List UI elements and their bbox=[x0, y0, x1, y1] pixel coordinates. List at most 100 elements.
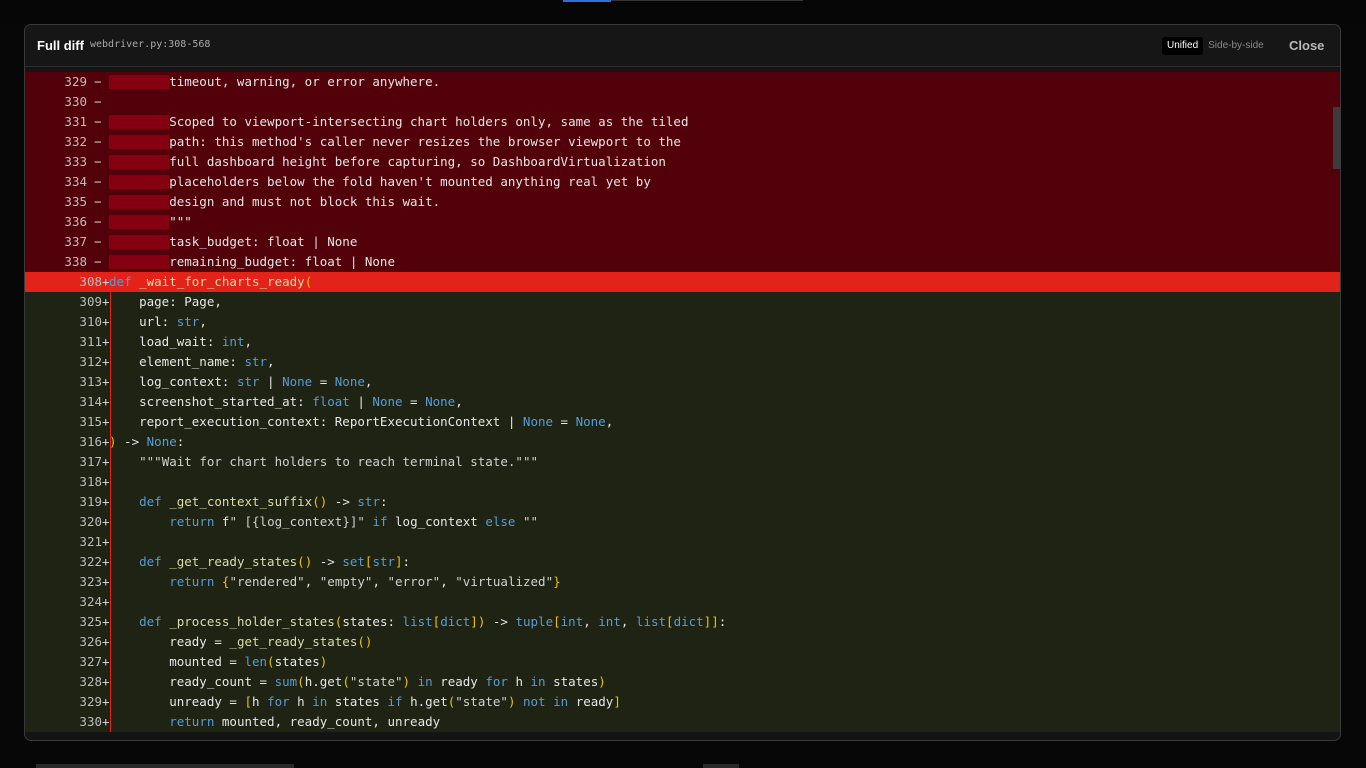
added-line: 316 +) -> None: bbox=[25, 432, 1340, 452]
added-line: 319 + def _get_context_suffix() -> str: bbox=[25, 492, 1340, 512]
code-text: report_execution_context: ReportExecutio… bbox=[109, 414, 614, 429]
code-text: def _wait_for_charts_ready( bbox=[109, 274, 313, 289]
modal-title: Full diff bbox=[37, 38, 84, 53]
line-number: 333 bbox=[64, 154, 87, 169]
added-line: 308 + def _wait_for_charts_ready( bbox=[25, 272, 1340, 292]
line-number: 317 bbox=[79, 454, 102, 469]
line-number: 327 bbox=[79, 654, 102, 669]
line-number: 320 bbox=[79, 514, 102, 529]
code-text: design and must not block this wait. bbox=[109, 194, 441, 209]
line-number: 337 bbox=[64, 234, 87, 249]
line-number: 326 bbox=[79, 634, 102, 649]
added-line: 309 + page: Page, bbox=[25, 292, 1340, 312]
added-line: 320 + return f" [{log_context}]" if log_c… bbox=[25, 512, 1340, 532]
removed-marker: − bbox=[94, 114, 102, 129]
diff-content[interactable]: 329− timeout, warning, or error anywhere… bbox=[25, 67, 1340, 740]
background-tab-indicator bbox=[563, 0, 611, 2]
line-number: 318 bbox=[79, 474, 102, 489]
code-text: url: str, bbox=[109, 314, 207, 329]
line-number: 310 bbox=[79, 314, 102, 329]
gutter-change-bar bbox=[110, 292, 111, 732]
code-text: placeholders below the fold haven't moun… bbox=[109, 174, 651, 189]
added-line: 329 + unready = [h for h in states if h.g… bbox=[25, 692, 1340, 712]
removed-marker: − bbox=[94, 154, 102, 169]
line-number: 312 bbox=[79, 354, 102, 369]
added-line: 318 + bbox=[25, 472, 1340, 492]
line-number: 329 bbox=[79, 694, 102, 709]
added-line: 323 + return {"rendered", "empty", "error… bbox=[25, 572, 1340, 592]
scrollbar-thumb[interactable] bbox=[1333, 107, 1340, 169]
code-text: """Wait for chart holders to reach termi… bbox=[139, 454, 538, 469]
code-text: page: Page, bbox=[109, 294, 222, 309]
added-line: 310 + url: str, bbox=[25, 312, 1340, 332]
removed-line: 333− full dashboard height before captur… bbox=[25, 152, 1340, 172]
line-number: 334 bbox=[64, 174, 87, 189]
added-line: 328 + ready_count = sum(h.get("state") in… bbox=[25, 672, 1340, 692]
removed-marker: − bbox=[94, 174, 102, 189]
side-by-side-view-button[interactable]: Side-by-side bbox=[1203, 37, 1269, 55]
removed-marker: − bbox=[94, 134, 102, 149]
modal-header: Full diff webdriver.py:308-568 Unified S… bbox=[25, 25, 1340, 67]
added-line: 322 + def _get_ready_states() -> set[str]… bbox=[25, 552, 1340, 572]
close-button[interactable]: Close bbox=[1289, 38, 1324, 53]
line-number: 331 bbox=[64, 114, 87, 129]
code-text: load_wait: int, bbox=[109, 334, 252, 349]
line-number: 335 bbox=[64, 194, 87, 209]
removed-marker: − bbox=[94, 214, 102, 229]
code-text: element_name: str, bbox=[109, 354, 275, 369]
line-number: 338 bbox=[64, 254, 87, 269]
removed-marker: − bbox=[94, 234, 102, 249]
removed-line: 338− remaining_budget: float | None bbox=[25, 252, 1340, 272]
background-bar bbox=[36, 764, 294, 768]
line-number: 311 bbox=[79, 334, 102, 349]
code-text: def _get_ready_states() -> set[str]: bbox=[139, 554, 411, 569]
unified-view-button[interactable]: Unified bbox=[1162, 37, 1204, 55]
removed-marker: − bbox=[94, 194, 102, 209]
code-text: Scoped to viewport-intersecting chart ho… bbox=[109, 114, 689, 129]
code-text: return {"rendered", "empty", "error", "v… bbox=[169, 574, 561, 589]
removed-line: 334− placeholders below the fold haven't… bbox=[25, 172, 1340, 192]
added-line: 313 + log_context: str | None = None, bbox=[25, 372, 1340, 392]
line-number: 328 bbox=[79, 674, 102, 689]
removed-line: 332− path: this method's caller never re… bbox=[25, 132, 1340, 152]
added-line: 321 + bbox=[25, 532, 1340, 552]
line-number: 322 bbox=[79, 554, 102, 569]
code-text: log_context: str | None = None, bbox=[109, 374, 373, 389]
removed-line: 337− task_budget: float | None bbox=[25, 232, 1340, 252]
line-number: 329 bbox=[64, 74, 87, 89]
added-line: 315 + report_execution_context: ReportExe… bbox=[25, 412, 1340, 432]
removed-line: 331− Scoped to viewport-intersecting cha… bbox=[25, 112, 1340, 132]
code-text: full dashboard height before capturing, … bbox=[109, 154, 666, 169]
line-number: 308 bbox=[79, 274, 102, 289]
removed-marker: − bbox=[94, 254, 102, 269]
code-text: mounted = len(states) bbox=[109, 654, 328, 669]
line-number: 323 bbox=[79, 574, 102, 589]
added-line: 324 + bbox=[25, 592, 1340, 612]
code-text: unready = [h for h in states if h.get("s… bbox=[109, 694, 621, 709]
removed-marker: − bbox=[94, 94, 102, 109]
line-number: 332 bbox=[64, 134, 87, 149]
file-range-label: webdriver.py:308-568 bbox=[90, 39, 211, 50]
added-line: 325 + def _process_holder_states(states: … bbox=[25, 612, 1340, 632]
line-number: 330 bbox=[64, 94, 87, 109]
line-number: 325 bbox=[79, 614, 102, 629]
removed-line: 329− timeout, warning, or error anywhere… bbox=[25, 72, 1340, 92]
code-text: def _process_holder_states(states: list[… bbox=[139, 614, 727, 629]
code-text: timeout, warning, or error anywhere. bbox=[109, 74, 441, 89]
code-text: return mounted, ready_count, unready bbox=[169, 714, 441, 729]
line-number: 314 bbox=[79, 394, 102, 409]
code-text: return f" [{log_context}]" if log_contex… bbox=[169, 514, 539, 529]
full-diff-modal: Full diff webdriver.py:308-568 Unified S… bbox=[24, 24, 1341, 741]
code-text: ) -> None: bbox=[109, 434, 185, 449]
code-text: task_budget: float | None bbox=[109, 234, 358, 249]
line-number: 309 bbox=[79, 294, 102, 309]
line-number: 313 bbox=[79, 374, 102, 389]
code-text: ready_count = sum(h.get("state") in read… bbox=[109, 674, 606, 689]
added-line: 317 + """Wait for chart holders to reach … bbox=[25, 452, 1340, 472]
removed-marker: − bbox=[94, 74, 102, 89]
background-divider bbox=[611, 0, 803, 1]
background-page bbox=[0, 0, 1366, 24]
line-number: 330 bbox=[79, 714, 102, 729]
line-number: 315 bbox=[79, 414, 102, 429]
line-number: 324 bbox=[79, 594, 102, 609]
